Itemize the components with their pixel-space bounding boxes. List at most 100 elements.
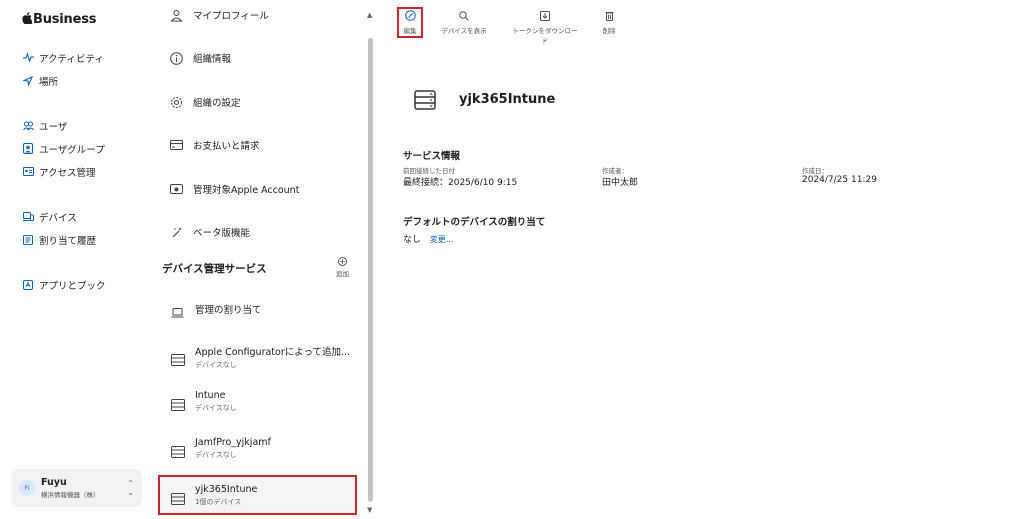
delete-label: 削除 bbox=[602, 27, 616, 35]
sidebar-item-label: デバイス bbox=[39, 212, 77, 224]
apple-account-icon bbox=[169, 182, 183, 196]
sidebar-item-users[interactable]: ユーザ bbox=[22, 114, 105, 137]
settings-item-label: 管理対象Apple Account bbox=[193, 185, 300, 196]
brand-logo[interactable]: Business bbox=[22, 12, 97, 27]
sidebar-item-devices[interactable]: デバイス bbox=[22, 205, 96, 228]
server-icon bbox=[171, 443, 185, 458]
history-icon bbox=[22, 234, 34, 246]
sidebar-item-user-groups[interactable]: ユーザグループ bbox=[22, 137, 105, 160]
download-icon bbox=[540, 10, 551, 21]
service-text: yjk365Intune 1個のデバイス bbox=[195, 484, 257, 507]
account-text: Fuyu 横浜情報機器（株） bbox=[41, 477, 127, 499]
nav-group-devices: デバイス 割り当て履歴 bbox=[22, 205, 96, 251]
sidebar: Business アクティビティ 場所 ユーザ ユーザグループ アクセス管理 デ… bbox=[0, 0, 152, 519]
gear-icon bbox=[169, 95, 183, 109]
nav-group-overview: アクティビティ 場所 bbox=[22, 46, 104, 92]
device-services-heading: デバイス管理サービス bbox=[162, 263, 267, 275]
settings-item-managed-apple-account[interactable]: 管理対象Apple Account bbox=[169, 182, 299, 196]
download-token-button[interactable]: トークンをダウンロード bbox=[510, 10, 580, 45]
creator-value: 田中太郎 bbox=[602, 178, 639, 188]
scrollbar-thumb[interactable] bbox=[368, 38, 373, 502]
settings-item-org-settings[interactable]: 組織の設定 bbox=[169, 95, 241, 109]
credit-card-icon bbox=[169, 138, 183, 152]
user-group-icon bbox=[22, 143, 34, 155]
created-value: 2024/7/25 11:29 bbox=[802, 175, 877, 185]
service-text: JamfPro_yjkjamf デバイスなし bbox=[195, 437, 271, 460]
server-icon bbox=[171, 351, 185, 366]
service-name: JamfPro_yjkjamf bbox=[195, 437, 271, 448]
page-title: yjk365Intune bbox=[459, 92, 556, 107]
sidebar-item-label: ユーザ bbox=[39, 121, 68, 133]
sidebar-item-label: 割り当て履歴 bbox=[39, 235, 97, 247]
location-icon bbox=[22, 75, 34, 87]
account-switcher[interactable]: FI Fuyu 横浜情報機器（株） ⌃ ⌄ bbox=[11, 469, 142, 507]
service-text: 管理の割り当て bbox=[195, 302, 262, 316]
activity-icon bbox=[22, 52, 34, 64]
server-icon bbox=[171, 396, 185, 411]
delete-button[interactable]: 削除 bbox=[598, 10, 620, 35]
service-item-intune[interactable]: Intune デバイスなし bbox=[171, 390, 237, 413]
service-name: yjk365Intune bbox=[195, 484, 258, 495]
service-name: 管理の割り当て bbox=[195, 305, 262, 316]
download-token-label: トークンをダウンロード bbox=[512, 27, 578, 45]
server-icon bbox=[414, 90, 436, 110]
edit-icon bbox=[404, 10, 416, 21]
nav-group-people: ユーザ ユーザグループ アクセス管理 bbox=[22, 114, 105, 183]
settings-item-label: ベータ版機能 bbox=[193, 228, 251, 239]
sidebar-item-label: アクセス管理 bbox=[39, 167, 96, 179]
info-icon bbox=[169, 51, 183, 65]
service-text: Intune デバイスなし bbox=[195, 390, 237, 413]
service-text: Apple Configuratorによって追加... デバイスなし bbox=[195, 344, 350, 370]
settings-item-org-info[interactable]: 組織情報 bbox=[169, 51, 231, 65]
edit-button[interactable]: 編集 bbox=[400, 10, 420, 35]
sidebar-item-label: アプリとブック bbox=[39, 280, 106, 292]
chevron-up-down-icon: ⌃ ⌄ bbox=[127, 479, 134, 497]
settings-item-my-profile[interactable]: マイプロフィール bbox=[169, 8, 269, 22]
sidebar-item-apps-books[interactable]: アプリとブック bbox=[22, 273, 106, 296]
settings-item-beta-features[interactable]: ベータ版機能 bbox=[169, 225, 250, 239]
service-item-configurator[interactable]: Apple Configuratorによって追加... デバイスなし bbox=[171, 344, 350, 370]
add-service-button[interactable]: + 追加 bbox=[336, 257, 349, 278]
users-icon bbox=[22, 120, 34, 132]
edit-label: 編集 bbox=[403, 27, 417, 35]
last-connected-label: 前回接続した日付 bbox=[403, 167, 455, 175]
show-devices-label: デバイスを表示 bbox=[441, 27, 487, 35]
show-devices-button[interactable]: デバイスを表示 bbox=[436, 10, 492, 35]
service-name: Intune bbox=[195, 390, 226, 401]
access-icon bbox=[22, 166, 34, 178]
server-icon bbox=[171, 490, 185, 505]
settings-item-billing[interactable]: お支払いと請求 bbox=[169, 138, 260, 152]
service-device-count: 1個のデバイス bbox=[195, 498, 242, 506]
account-org: 横浜情報機器（株） bbox=[41, 491, 100, 499]
sidebar-item-label: アクティビティ bbox=[39, 53, 104, 65]
sidebar-item-label: ユーザグループ bbox=[39, 144, 105, 156]
scroll-up-arrow-icon[interactable]: ▲ bbox=[367, 11, 372, 19]
sidebar-item-label: 場所 bbox=[39, 76, 59, 88]
sidebar-item-location[interactable]: 場所 bbox=[22, 69, 104, 92]
settings-item-label: 組織の設定 bbox=[193, 98, 241, 109]
avatar: FI bbox=[19, 480, 35, 496]
search-icon bbox=[459, 10, 470, 21]
change-link[interactable]: 変更... bbox=[430, 235, 454, 244]
sidebar-item-access[interactable]: アクセス管理 bbox=[22, 160, 105, 183]
add-service-label: 追加 bbox=[336, 270, 349, 278]
service-item-yjk365intune[interactable]: yjk365Intune 1個のデバイス bbox=[171, 484, 257, 507]
sidebar-item-assignment-history[interactable]: 割り当て履歴 bbox=[22, 228, 96, 251]
default-assignment-row: なし 変更... bbox=[403, 232, 454, 245]
brand-name: Business bbox=[33, 12, 97, 27]
service-info-heading: サービス情報 bbox=[403, 151, 461, 162]
sidebar-item-activity[interactable]: アクティビティ bbox=[22, 46, 104, 69]
service-item-assignment[interactable]: 管理の割り当て bbox=[171, 302, 262, 318]
laptop-icon bbox=[171, 303, 185, 318]
account-name: Fuyu bbox=[41, 477, 67, 488]
devices-icon bbox=[22, 211, 34, 223]
last-connected-value: 最終接続：2025/6/10 9:15 bbox=[403, 178, 518, 188]
service-device-count: デバイスなし bbox=[195, 451, 237, 459]
creator-label: 作成者： bbox=[602, 167, 628, 175]
plus-circle-icon: + bbox=[338, 257, 347, 266]
service-name: Apple Configuratorによって追加... bbox=[195, 347, 351, 358]
settings-item-label: お支払いと請求 bbox=[193, 141, 260, 152]
default-assignment-value: なし bbox=[403, 235, 422, 245]
service-item-jamfpro[interactable]: JamfPro_yjkjamf デバイスなし bbox=[171, 437, 271, 460]
scroll-down-arrow-icon[interactable]: ▼ bbox=[367, 506, 372, 514]
